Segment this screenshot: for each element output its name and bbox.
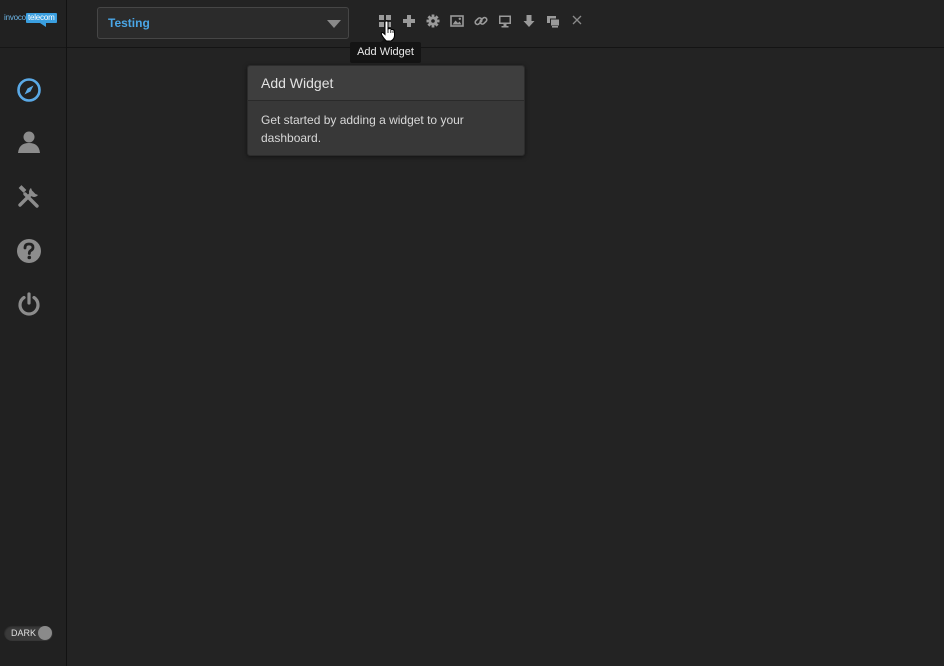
popover-body: Get started by adding a widget to your d… xyxy=(261,113,464,145)
logo-text-invoco: invoco xyxy=(4,13,26,22)
user-icon[interactable] xyxy=(16,129,42,155)
close-icon[interactable] xyxy=(570,13,584,27)
theme-toggle-label: DARK xyxy=(11,628,37,638)
logo[interactable]: invoco telecom xyxy=(4,13,57,23)
add-widget-popover: Add Widget Get started by adding a widge… xyxy=(247,65,525,156)
compass-icon[interactable] xyxy=(16,77,42,103)
tooltip-text: Add Widget xyxy=(357,46,414,58)
tooltip: Add Widget xyxy=(350,38,421,63)
image-icon[interactable] xyxy=(450,14,464,28)
hand-cursor-icon xyxy=(380,20,396,42)
theme-toggle[interactable]: DARK xyxy=(4,625,53,641)
link-icon[interactable] xyxy=(474,14,488,28)
header: Testing xyxy=(67,0,944,48)
theme-toggle-knob[interactable] xyxy=(38,626,52,640)
monitor-icon[interactable] xyxy=(498,14,512,28)
dashboard-select[interactable]: Testing xyxy=(97,7,349,39)
popover-title: Add Widget xyxy=(261,75,334,91)
download-icon[interactable] xyxy=(522,14,536,28)
plus-icon[interactable] xyxy=(402,14,416,28)
popover-header: Add Widget xyxy=(248,66,524,101)
gear-icon[interactable] xyxy=(426,14,440,28)
dashboard-select-value: Testing xyxy=(108,16,150,30)
app-window: invoco telecom DARK Testing Add Widget A… xyxy=(0,0,944,666)
logo-area: invoco telecom xyxy=(0,0,66,48)
chevron-down-icon xyxy=(327,20,341,28)
sidebar: invoco telecom DARK xyxy=(0,0,67,666)
help-icon[interactable] xyxy=(16,238,42,264)
power-icon[interactable] xyxy=(16,291,42,317)
logo-speech-tail xyxy=(40,23,46,27)
screens-icon[interactable] xyxy=(546,14,560,28)
logo-text-telecom: telecom xyxy=(25,13,57,23)
tools-icon[interactable] xyxy=(16,184,42,210)
